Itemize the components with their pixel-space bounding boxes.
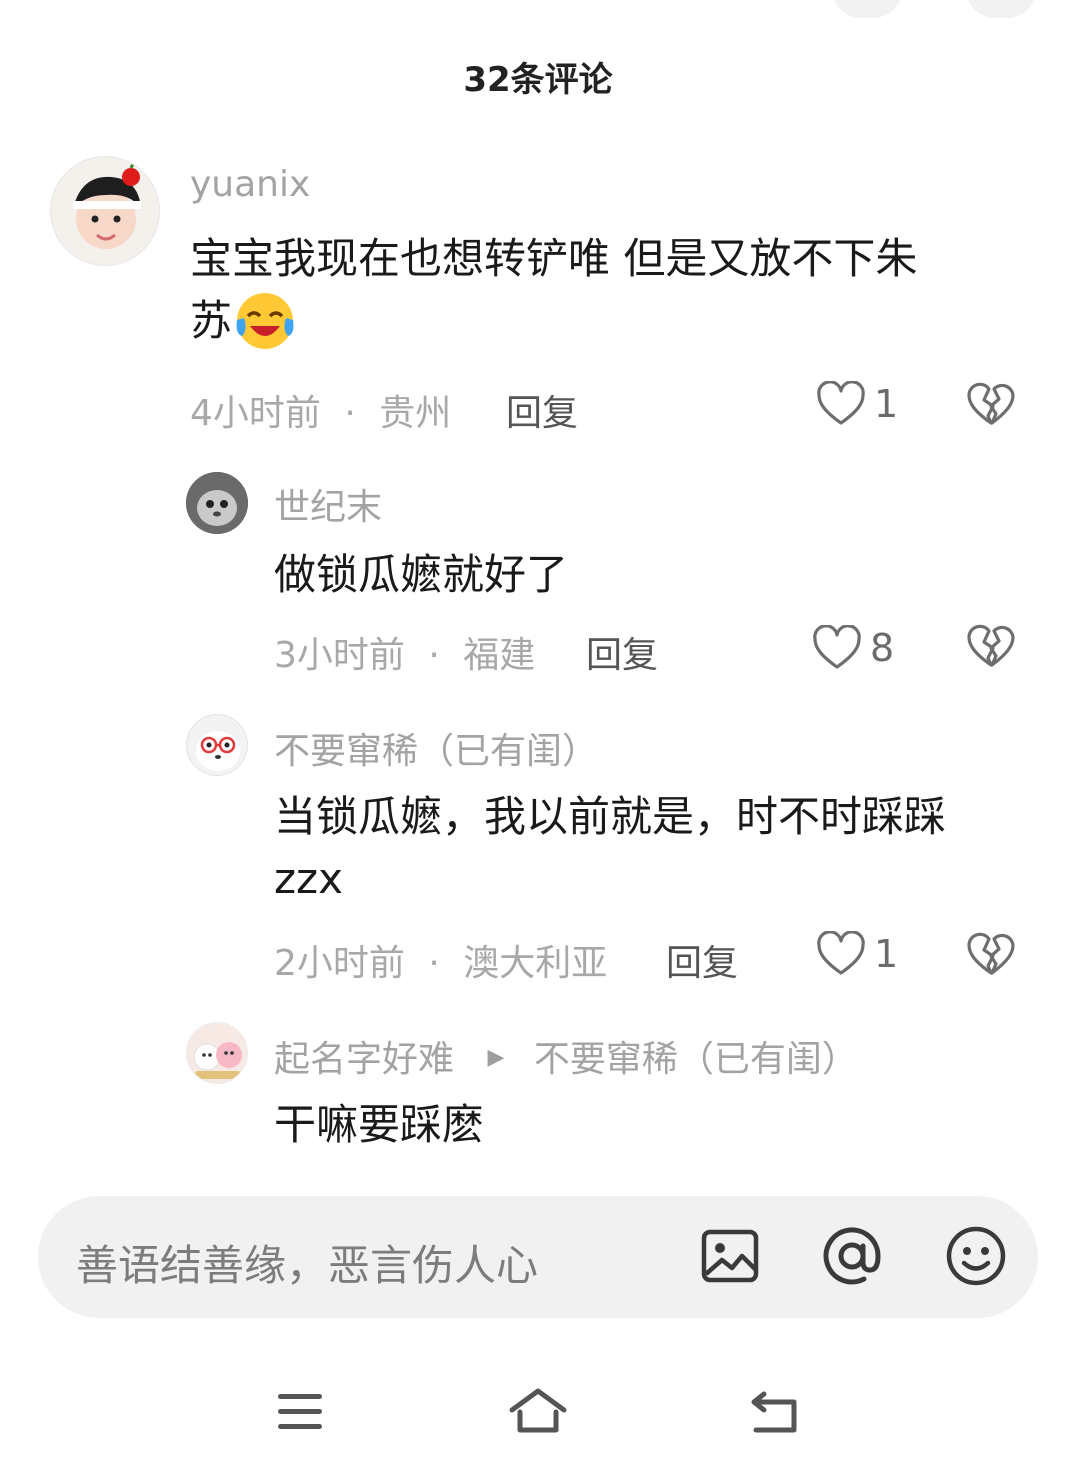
like-button[interactable]: 8	[812, 622, 894, 674]
menu-icon[interactable]	[276, 1392, 324, 1432]
reply-button[interactable]: 回复	[506, 384, 578, 436]
reply-target-username[interactable]: 不要窜稀（已有闺）	[534, 1039, 858, 1080]
comment-input-bar[interactable]: 善语结善缘，恶言伤人心	[38, 1196, 1038, 1318]
crying-laughing-emoji-icon	[236, 293, 294, 349]
comment-text-line: 宝宝我现在也想转铲唯 但是又放不下朱	[190, 234, 918, 283]
avatar[interactable]	[186, 714, 248, 776]
comment-time: 3小时前	[274, 635, 405, 676]
at-icon[interactable]	[820, 1224, 884, 1288]
comment-text: 干嘛要踩麽	[274, 1100, 485, 1149]
home-icon[interactable]	[508, 1388, 568, 1434]
separator: ·	[428, 635, 440, 676]
like-button[interactable]: 1	[816, 378, 898, 430]
separator: ·	[344, 393, 356, 434]
comment-meta: 2小时前 · 澳大利亚	[274, 934, 607, 986]
comment-text-line: 苏	[190, 290, 1010, 352]
comment-text: 宝宝我现在也想转铲唯 但是又放不下朱 苏	[190, 228, 1010, 352]
broken-heart-icon[interactable]	[966, 622, 1016, 670]
comment-time: 2小时前	[274, 943, 405, 984]
reply-button[interactable]: 回复	[666, 934, 738, 986]
comments-count-title: 32条评论	[463, 60, 613, 100]
comment-text: 当锁瓜嬷，我以前就是，时不时踩踩 zzx	[274, 786, 1034, 910]
reply-author[interactable]: 起名字好难	[274, 1039, 454, 1080]
heart-icon	[817, 381, 865, 425]
separator: ·	[428, 943, 440, 984]
comment-text-line: 当锁瓜嬷，我以前就是，时不时踩踩	[274, 792, 947, 841]
comment-location: 澳大利亚	[463, 943, 608, 984]
comment-text: 做锁瓜嬷就好了	[274, 550, 569, 599]
broken-heart-icon[interactable]	[966, 380, 1016, 428]
reply-username[interactable]: 不要窜稀（已有闺）	[274, 722, 598, 774]
reply-arrow-icon: ▶	[487, 1044, 505, 1070]
comment-username[interactable]: yuanix	[190, 164, 310, 205]
back-icon[interactable]	[750, 1390, 802, 1436]
top-button-partial[interactable]	[832, 0, 902, 18]
top-button-partial[interactable]	[966, 0, 1036, 18]
reply-button[interactable]: 回复	[586, 626, 658, 678]
comment-location: 贵州	[379, 393, 452, 434]
avatar[interactable]	[50, 156, 160, 266]
reply-username: 起名字好难 ▶ 不要窜稀（已有闺）	[274, 1030, 858, 1082]
image-icon[interactable]	[698, 1224, 762, 1288]
comment-time: 4小时前	[190, 393, 321, 434]
like-count: 8	[870, 626, 895, 670]
like-count: 1	[874, 932, 899, 976]
comment-text-line-end: 苏	[190, 296, 233, 345]
heart-icon	[813, 625, 861, 669]
comment-meta: 4小时前 · 贵州	[190, 384, 451, 436]
broken-heart-icon[interactable]	[966, 930, 1016, 978]
like-count: 1	[874, 382, 899, 426]
comment-input-placeholder[interactable]: 善语结善缘，恶言伤人心	[76, 1232, 538, 1293]
comment-meta: 3小时前 · 福建	[274, 626, 535, 678]
comment-text-line: zzx	[274, 854, 343, 903]
avatar[interactable]	[186, 472, 248, 534]
reply-username[interactable]: 世纪末	[274, 478, 382, 530]
comment-location: 福建	[463, 635, 536, 676]
smiley-icon[interactable]	[944, 1224, 1008, 1288]
avatar[interactable]	[186, 1022, 248, 1084]
heart-icon	[817, 931, 865, 975]
like-button[interactable]: 1	[816, 928, 898, 980]
